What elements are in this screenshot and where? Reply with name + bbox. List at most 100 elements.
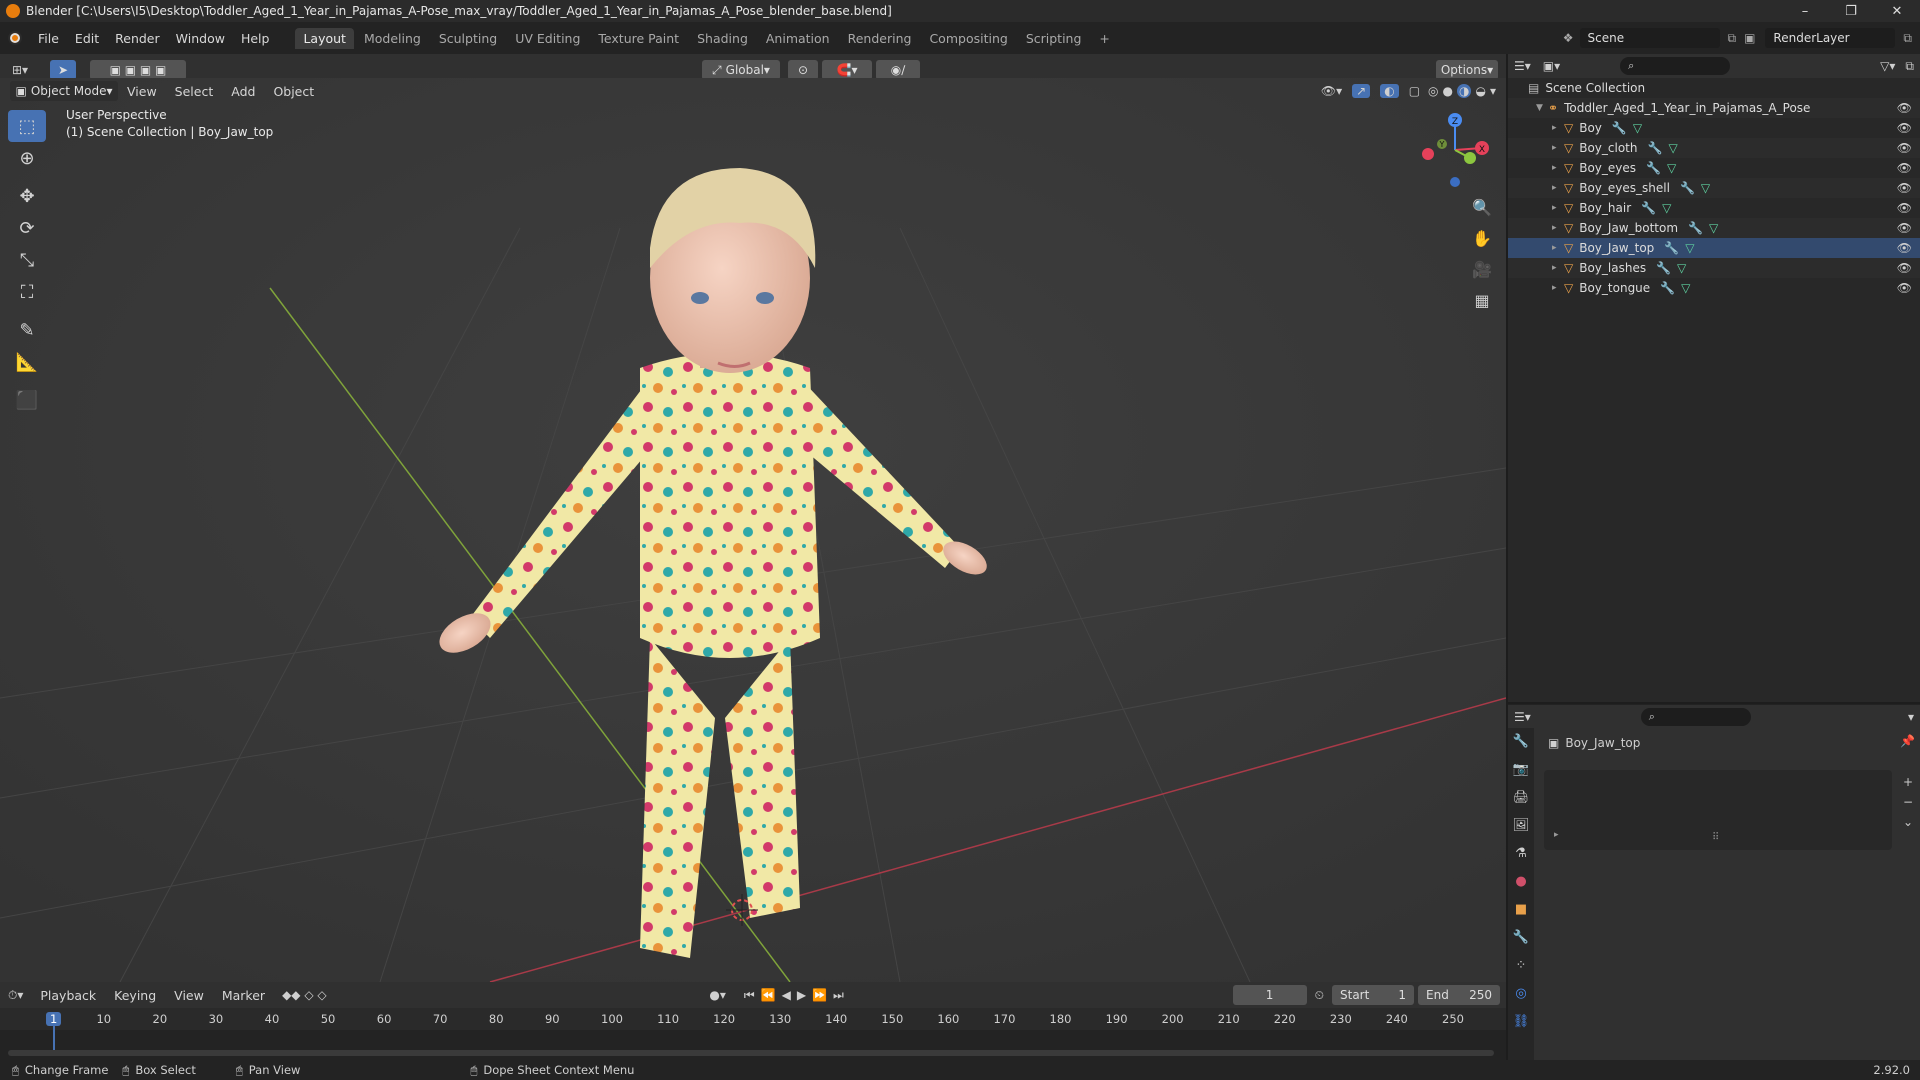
outliner-object-row[interactable]: ▸ ▽ Boy_tongue 🔧 ▽ 👁 bbox=[1508, 278, 1920, 298]
modifier-icon[interactable]: 🔧 bbox=[1646, 161, 1661, 175]
blender-menu-icon[interactable] bbox=[0, 31, 30, 45]
mesh-data-icon[interactable]: ▽ bbox=[1667, 161, 1676, 175]
modifier-icon[interactable]: 🔧 bbox=[1641, 201, 1656, 215]
visibility-eye-icon[interactable]: 👁 bbox=[1897, 181, 1912, 195]
output-tab-icon[interactable]: 🖨 bbox=[1508, 784, 1534, 812]
timeline-menu-keying[interactable]: Keying bbox=[105, 988, 165, 1003]
expand-icon[interactable]: ▸ bbox=[1552, 163, 1564, 173]
mesh-data-icon[interactable]: ▽ bbox=[1685, 241, 1694, 255]
scene-icon[interactable]: ❖ bbox=[1563, 31, 1574, 45]
workspace-tab-shading[interactable]: Shading bbox=[689, 28, 756, 49]
view-layer-tab-icon[interactable]: 🖼 bbox=[1508, 812, 1534, 840]
world-tab-icon[interactable]: ● bbox=[1508, 868, 1534, 896]
visibility-eye-icon[interactable]: 👁 bbox=[1897, 101, 1912, 115]
rotate-tool-icon[interactable]: ⟳ bbox=[8, 212, 46, 244]
render-layer-icon[interactable]: ▣ bbox=[1744, 31, 1755, 45]
expand-icon[interactable]: ▸ bbox=[1552, 223, 1564, 233]
modifier-list[interactable]: ▸ ⠿ bbox=[1544, 770, 1892, 850]
add-cube-tool-icon[interactable]: ⬛ bbox=[8, 384, 46, 416]
modifier-icon[interactable]: 🔧 bbox=[1656, 261, 1671, 275]
mesh-data-icon[interactable]: ▽ bbox=[1709, 221, 1718, 235]
new-collection-icon[interactable]: ⧉ bbox=[1905, 59, 1914, 74]
visibility-icon[interactable]: 👁▾ bbox=[1321, 84, 1342, 98]
modifier-icon[interactable]: 🔧 bbox=[1612, 121, 1627, 135]
visibility-eye-icon[interactable]: 👁 bbox=[1897, 161, 1912, 175]
annotate-tool-icon[interactable]: ✎ bbox=[8, 314, 46, 346]
workspace-tab-rendering[interactable]: Rendering bbox=[840, 28, 920, 49]
outliner-object-row[interactable]: ▸ ▽ Boy 🔧 ▽ 👁 bbox=[1508, 118, 1920, 138]
expand-icon[interactable]: ▸ bbox=[1552, 123, 1564, 133]
outliner-object-row[interactable]: ▸ ▽ Boy_Jaw_bottom 🔧 ▽ 👁 bbox=[1508, 218, 1920, 238]
frame-ruler[interactable]: 1 10 20 30 40 50 60 70 80 90 100 110 120 130 140 150 160… bbox=[0, 1008, 1506, 1050]
minimize-button[interactable]: – bbox=[1782, 4, 1828, 19]
mesh-data-icon[interactable]: ▽ bbox=[1662, 201, 1671, 215]
pivot-point-icon[interactable]: ⊙ bbox=[788, 60, 818, 80]
viewport-menu-object[interactable]: Object bbox=[264, 84, 323, 99]
expand-icon[interactable]: ▸ bbox=[1552, 203, 1564, 213]
expand-icon[interactable]: ▸ bbox=[1552, 243, 1564, 253]
visibility-eye-icon[interactable]: 👁 bbox=[1897, 121, 1912, 135]
xray-icon[interactable]: ▢ bbox=[1409, 84, 1420, 98]
expand-icon[interactable]: ▸ bbox=[1552, 183, 1564, 193]
scene-selector[interactable]: Scene bbox=[1579, 28, 1720, 48]
outliner-object-row[interactable]: ▸ ▽ Boy_cloth 🔧 ▽ 👁 bbox=[1508, 138, 1920, 158]
expand-arrow-icon[interactable]: ▸ bbox=[1554, 830, 1559, 840]
timeline-menu-playback[interactable]: Playback bbox=[31, 988, 105, 1003]
viewport-menu-view[interactable]: View bbox=[118, 84, 166, 99]
workspace-tab-uv-editing[interactable]: UV Editing bbox=[507, 28, 588, 49]
select-box-tool-icon[interactable]: ⬚ bbox=[8, 110, 46, 142]
particles-tab-icon[interactable]: ⁘ bbox=[1508, 952, 1534, 980]
expand-icon[interactable]: ▸ bbox=[1552, 143, 1564, 153]
outliner-object-row[interactable]: ▸ ▽ Boy_hair 🔧 ▽ 👁 bbox=[1508, 198, 1920, 218]
menu-file[interactable]: File bbox=[30, 31, 67, 46]
material-shading-icon[interactable]: ◑ bbox=[1457, 84, 1472, 98]
constraints-tab-icon[interactable]: ⛓ bbox=[1508, 1008, 1534, 1036]
filter-icon[interactable]: ▽▾ bbox=[1880, 59, 1895, 73]
pin-icon[interactable]: 📌 bbox=[1900, 734, 1915, 748]
close-button[interactable]: ✕ bbox=[1874, 4, 1920, 19]
transform-orientation-dropdown[interactable]: ⤢ Global ▾ bbox=[702, 60, 780, 80]
modifier-tab-icon[interactable]: 🔧 bbox=[1508, 924, 1534, 952]
visibility-eye-icon[interactable]: 👁 bbox=[1897, 261, 1912, 275]
menu-window[interactable]: Window bbox=[168, 31, 233, 46]
navigation-gizmo[interactable]: Z X Y bbox=[1410, 108, 1500, 188]
playhead[interactable] bbox=[53, 1026, 55, 1050]
select-tool-icon[interactable]: ➤ bbox=[50, 60, 76, 80]
add-workspace-icon[interactable]: + bbox=[1091, 28, 1117, 49]
resize-handle-icon[interactable]: ⠿ bbox=[1712, 832, 1719, 843]
object-tab-icon[interactable]: ■ bbox=[1508, 896, 1534, 924]
display-mode-icon[interactable]: ▣▾ bbox=[1543, 59, 1560, 73]
outliner-object-row[interactable]: ▸ ▽ Boy_Jaw_top 🔧 ▽ 👁 bbox=[1508, 238, 1920, 258]
selection-mode-buttons[interactable]: ▣ ▣ ▣ ▣ bbox=[90, 60, 186, 80]
modifier-icon[interactable]: 🔧 bbox=[1680, 181, 1695, 195]
rendered-shading-icon[interactable]: ◒ bbox=[1475, 84, 1485, 98]
ortho-grid-icon[interactable]: ▦ bbox=[1468, 285, 1496, 316]
transform-tool-icon[interactable]: ⛶ bbox=[8, 276, 46, 308]
gizmo-y-icon[interactable] bbox=[1464, 152, 1476, 164]
modifier-icon[interactable]: 🔧 bbox=[1648, 141, 1663, 155]
zoom-icon[interactable]: 🔍 bbox=[1468, 192, 1496, 223]
remove-item-icon[interactable]: − bbox=[1900, 792, 1916, 812]
modifier-icon[interactable]: 🔧 bbox=[1660, 281, 1675, 295]
visibility-eye-icon[interactable]: 👁 bbox=[1897, 241, 1912, 255]
move-tool-icon[interactable]: ✥ bbox=[8, 180, 46, 212]
mesh-data-icon[interactable]: ▽ bbox=[1668, 141, 1677, 155]
visibility-eye-icon[interactable]: 👁 bbox=[1897, 141, 1912, 155]
new-render-layer-icon[interactable]: ⧉ bbox=[1903, 31, 1912, 46]
start-frame-field[interactable]: Start 1 bbox=[1332, 985, 1414, 1005]
outliner-object-row[interactable]: ▸ ▽ Boy_eyes_shell 🔧 ▽ 👁 bbox=[1508, 178, 1920, 198]
workspace-tab-scripting[interactable]: Scripting bbox=[1018, 28, 1090, 49]
workspace-tab-compositing[interactable]: Compositing bbox=[921, 28, 1015, 49]
tool-tab-icon[interactable]: 🔧 bbox=[1508, 728, 1534, 756]
list-menu-icon[interactable]: ⌄ bbox=[1900, 812, 1916, 832]
outliner-collection-row[interactable]: ▼ ⚭ Toddler_Aged_1_Year_in_Pajamas_A_Pos… bbox=[1508, 98, 1920, 118]
physics-tab-icon[interactable]: ◎ bbox=[1508, 980, 1534, 1008]
visibility-eye-icon[interactable]: 👁 bbox=[1897, 201, 1912, 215]
gizmo-neg-z-icon[interactable] bbox=[1450, 177, 1460, 187]
playback-controls[interactable]: ⏮⏪◀▶⏩⏭ bbox=[744, 988, 850, 1003]
mesh-data-icon[interactable]: ▽ bbox=[1677, 261, 1686, 275]
workspace-tab-sculpting[interactable]: Sculpting bbox=[431, 28, 505, 49]
overlays-toggle-icon[interactable]: ◐ bbox=[1380, 84, 1399, 98]
use-preview-range-icon[interactable]: ⏲ bbox=[1315, 988, 1324, 1003]
wireframe-shading-icon[interactable]: ◎ bbox=[1428, 84, 1438, 98]
